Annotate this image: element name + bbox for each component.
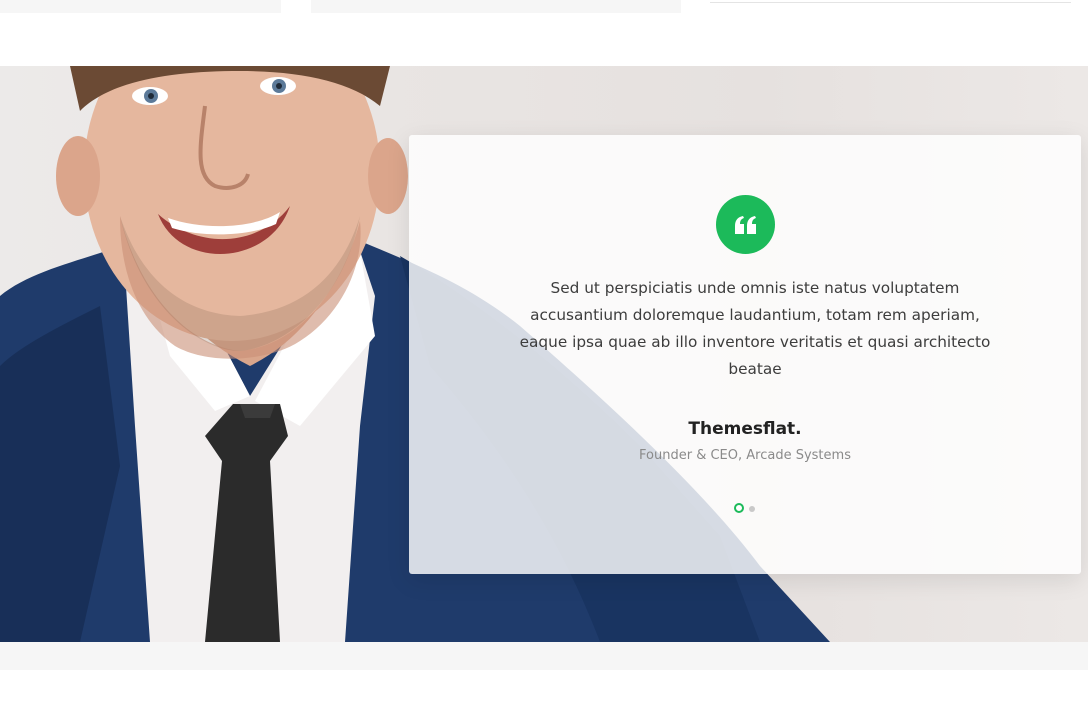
testimonial-section: Sed ut perspiciatis unde omnis iste natu… — [0, 66, 1088, 642]
quote-badge — [716, 195, 775, 254]
top-divider — [710, 2, 1071, 3]
top-card-left — [0, 0, 281, 13]
author-name: Themesflat. — [688, 419, 802, 439]
quote-left-icon — [734, 215, 756, 234]
top-card-middle — [311, 0, 681, 13]
slider-dot[interactable] — [749, 506, 755, 512]
testimonial-quote: Sed ut perspiciatis unde omnis iste natu… — [519, 279, 991, 378]
slider-pagination — [734, 503, 762, 515]
author-role: Founder & CEO, Arcade Systems — [639, 448, 851, 463]
testimonial-card: Sed ut perspiciatis unde omnis iste natu… — [409, 135, 1081, 574]
section-divider-band — [0, 642, 1088, 670]
slider-dot-active[interactable] — [734, 503, 744, 513]
